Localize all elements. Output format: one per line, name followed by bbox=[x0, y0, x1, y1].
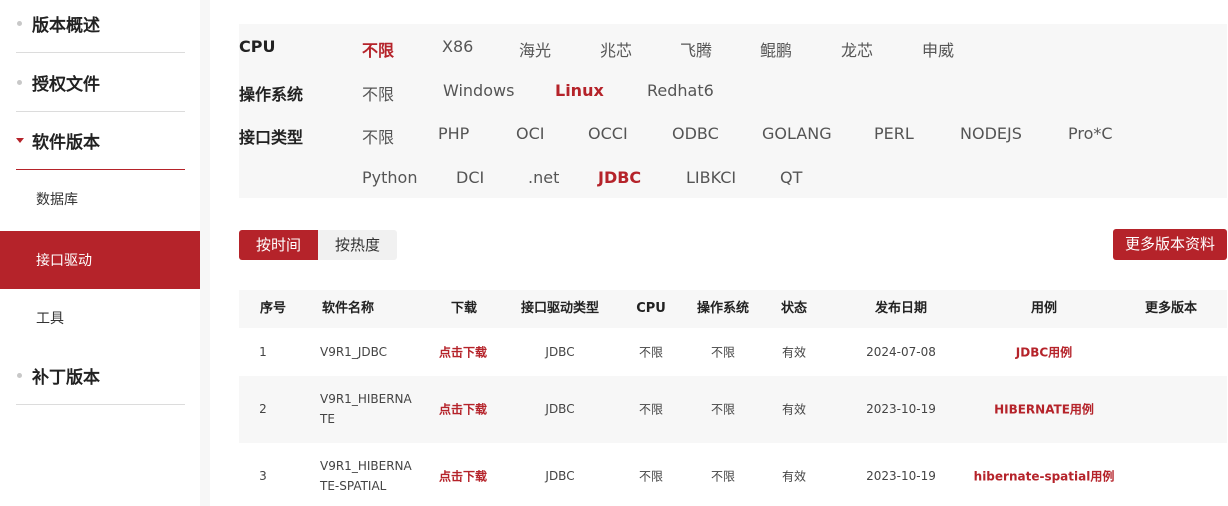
caret-down-icon bbox=[16, 138, 24, 143]
sort-by-popularity-button[interactable]: 按热度 bbox=[318, 230, 397, 260]
filter-iface-occi[interactable]: OCCI bbox=[588, 124, 628, 143]
filter-iface-golang[interactable]: GOLANG bbox=[762, 124, 832, 143]
filter-cpu-loongson[interactable]: 龙芯 bbox=[841, 37, 873, 61]
filter-iface-qt[interactable]: QT bbox=[780, 168, 802, 187]
filter-cpu-zhaoxin[interactable]: 兆芯 bbox=[600, 37, 632, 61]
filter-iface-perl[interactable]: PERL bbox=[874, 124, 914, 143]
cell-release-date: 2023-10-19 bbox=[866, 469, 936, 483]
cell-cpu: 不限 bbox=[638, 402, 664, 417]
cell-cpu: 不限 bbox=[638, 469, 664, 484]
download-link[interactable]: 点击下载 bbox=[439, 468, 487, 485]
filter-iface-proc[interactable]: Pro*C bbox=[1068, 124, 1113, 143]
example-link[interactable]: HIBERNATE用例 bbox=[994, 401, 1094, 418]
cell-name: V9R1_HIBERNATE-SPATIAL bbox=[320, 459, 412, 493]
cell-no: 2 bbox=[259, 402, 267, 416]
table-row: 3 V9R1_HIBERNATE-SPATIAL 点击下载 JDBC 不限 不限… bbox=[239, 443, 1227, 506]
nav-label: 补丁版本 bbox=[32, 368, 100, 388]
cell-status: 有效 bbox=[781, 345, 807, 360]
col-header-name: 软件名称 bbox=[321, 301, 375, 316]
col-header-os: 操作系统 bbox=[696, 301, 750, 316]
bullet-dot-icon bbox=[17, 21, 22, 26]
table-row: 1 V9R1_JDBC 点击下载 JDBC 不限 不限 有效 2024-07-0… bbox=[239, 328, 1227, 376]
nav-label: 版本概述 bbox=[32, 16, 100, 36]
cell-no: 1 bbox=[259, 345, 267, 359]
filter-cpu-phytium[interactable]: 飞腾 bbox=[680, 37, 712, 61]
nav-sub-interface-driver[interactable]: 接口驱动 bbox=[0, 231, 200, 289]
filter-cpu-sunway[interactable]: 申威 bbox=[922, 37, 954, 61]
cell-name: V9R1_JDBC bbox=[320, 345, 387, 359]
cell-release-date: 2023-10-19 bbox=[866, 402, 936, 416]
filter-label-interface: 接口类型 bbox=[239, 128, 304, 147]
nav-label: 软件版本 bbox=[32, 133, 100, 153]
cell-release-date: 2024-07-08 bbox=[866, 345, 936, 359]
cell-os: 不限 bbox=[710, 345, 736, 360]
nav-patch-version[interactable]: 补丁版本 bbox=[16, 347, 185, 405]
cell-driver-type: JDBC bbox=[545, 402, 575, 416]
nav-version-overview[interactable]: 版本概述 bbox=[16, 0, 185, 53]
filter-cpu-hygon[interactable]: 海光 bbox=[519, 37, 551, 61]
cell-os: 不限 bbox=[710, 469, 736, 484]
filter-iface-any[interactable]: 不限 bbox=[362, 124, 394, 148]
filter-iface-php[interactable]: PHP bbox=[438, 124, 469, 143]
filter-label-os: 操作系统 bbox=[239, 85, 304, 104]
filter-iface-jdbc[interactable]: JDBC bbox=[598, 168, 641, 187]
cell-os: 不限 bbox=[710, 402, 736, 417]
download-link[interactable]: 点击下载 bbox=[439, 344, 487, 361]
filter-os-any[interactable]: 不限 bbox=[362, 81, 394, 105]
table-row: 2 V9R1_HIBERNATE 点击下载 JDBC 不限 不限 有效 2023… bbox=[239, 376, 1227, 443]
filter-iface-libkci[interactable]: LIBKCI bbox=[686, 168, 736, 187]
filter-label-cpu: CPU bbox=[239, 37, 276, 56]
nav-sub-tools[interactable]: 工具 bbox=[0, 289, 200, 347]
nav-label: 授权文件 bbox=[32, 75, 100, 95]
nav-sub-database[interactable]: 数据库 bbox=[0, 170, 200, 228]
example-link[interactable]: JDBC用例 bbox=[1016, 344, 1072, 361]
col-header-driver-type: 接口驱动类型 bbox=[520, 301, 600, 316]
filter-cpu-any[interactable]: 不限 bbox=[362, 37, 394, 61]
download-link[interactable]: 点击下载 bbox=[439, 401, 487, 418]
filter-iface-dci[interactable]: DCI bbox=[456, 168, 484, 187]
sidebar: 版本概述 授权文件 软件版本 数据库 接口驱动 工具 补丁版本 bbox=[0, 0, 200, 506]
col-header-example: 用例 bbox=[1030, 301, 1058, 316]
col-header-no: 序号 bbox=[259, 301, 287, 316]
table-header: 序号 软件名称 下载 接口驱动类型 CPU 操作系统 状态 发布日期 用例 更多… bbox=[239, 290, 1227, 328]
more-version-docs-button[interactable]: 更多版本资料 bbox=[1113, 229, 1227, 260]
cell-status: 有效 bbox=[781, 402, 807, 417]
col-header-cpu: CPU bbox=[636, 301, 666, 316]
cell-status: 有效 bbox=[781, 469, 807, 484]
filter-iface-python[interactable]: Python bbox=[362, 168, 417, 187]
filter-iface-odbc[interactable]: ODBC bbox=[672, 124, 719, 143]
col-header-release-date: 发布日期 bbox=[874, 301, 928, 316]
bullet-dot-icon bbox=[17, 373, 22, 378]
col-header-download: 下载 bbox=[450, 301, 478, 316]
filter-cpu-kunpeng[interactable]: 鲲鹏 bbox=[760, 37, 792, 61]
filter-cpu-x86[interactable]: X86 bbox=[442, 37, 473, 56]
cell-name: V9R1_HIBERNATE bbox=[320, 392, 412, 426]
cell-cpu: 不限 bbox=[638, 345, 664, 360]
col-header-status: 状态 bbox=[780, 301, 808, 316]
col-header-more-versions: 更多版本 bbox=[1144, 301, 1198, 316]
filter-os-linux[interactable]: Linux bbox=[555, 81, 604, 100]
filter-iface-dotnet[interactable]: .net bbox=[528, 168, 559, 187]
sidebar-gutter bbox=[200, 0, 210, 506]
cell-no: 3 bbox=[259, 469, 267, 483]
filter-iface-nodejs[interactable]: NODEJS bbox=[960, 124, 1022, 143]
nav-software-version[interactable]: 软件版本 bbox=[16, 112, 185, 170]
cell-driver-type: JDBC bbox=[545, 345, 575, 359]
cell-driver-type: JDBC bbox=[545, 469, 575, 483]
filter-os-windows[interactable]: Windows bbox=[443, 81, 514, 100]
filter-iface-oci[interactable]: OCI bbox=[516, 124, 544, 143]
sort-by-time-button[interactable]: 按时间 bbox=[239, 230, 318, 260]
nav-license-files[interactable]: 授权文件 bbox=[16, 54, 185, 112]
bullet-dot-icon bbox=[17, 80, 22, 85]
example-link[interactable]: hibernate-spatial用例 bbox=[974, 468, 1115, 485]
filter-os-redhat6[interactable]: Redhat6 bbox=[647, 81, 714, 100]
